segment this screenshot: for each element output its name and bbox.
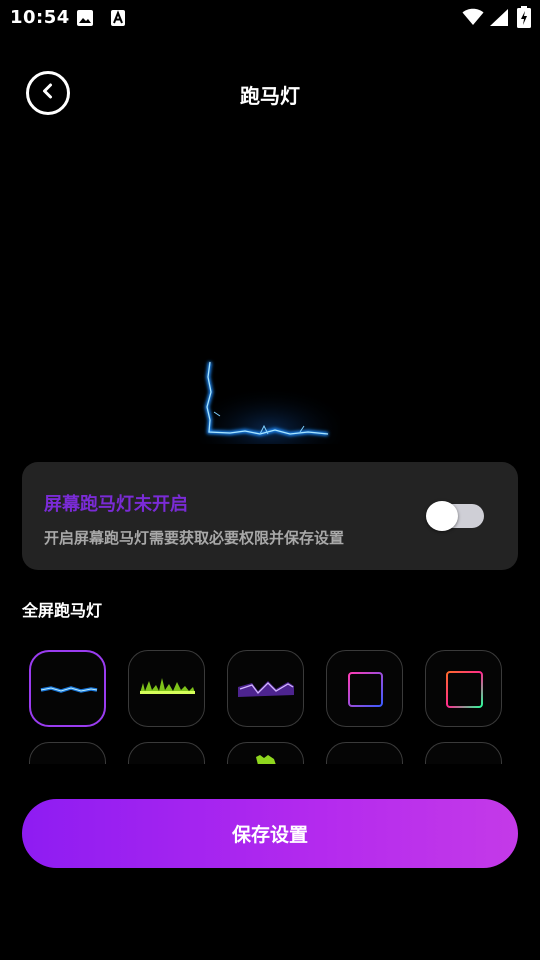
wifi-icon (462, 8, 484, 30)
effect-tile-7[interactable] (128, 742, 205, 764)
permission-title: 屏幕跑马灯未开启 (44, 494, 188, 515)
page-title: 跑马灯 (240, 84, 300, 108)
signal-icon (489, 8, 509, 31)
effect-tile-9[interactable] (326, 742, 403, 764)
save-button[interactable]: 保存设置 (22, 799, 518, 868)
toggle-knob (426, 501, 458, 531)
effect-tile-green-flame[interactable] (128, 650, 205, 727)
marquee-toggle[interactable] (426, 501, 484, 531)
effect-tile-blue-lightning[interactable] (29, 650, 106, 727)
permission-card: 屏幕跑马灯未开启 开启屏幕跑马灯需要获取必要权限并保存设置 (22, 462, 518, 570)
status-bar: 10:54 (0, 0, 540, 36)
effect-tile-10[interactable] (425, 742, 502, 764)
effect-tile-purple-lightning[interactable] (227, 650, 304, 727)
status-time: 10:54 (10, 7, 70, 28)
text-a-icon (110, 9, 126, 31)
effects-grid (0, 648, 540, 764)
screen: 10:54 跑马灯 屏幕跑马灯未开启 开启屏幕跑马灯需要获取必要权限并保存设置 … (0, 0, 540, 960)
image-icon (76, 9, 94, 31)
effect-tile-pink-blue-frame[interactable] (326, 650, 403, 727)
effect-tile-8[interactable] (227, 742, 304, 764)
effect-preview (200, 352, 340, 444)
effect-tile-6[interactable] (29, 742, 106, 764)
permission-description: 开启屏幕跑马灯需要获取必要权限并保存设置 (44, 529, 345, 547)
battery-charging-icon (517, 6, 531, 32)
effect-tile-rainbow-frame[interactable] (425, 650, 502, 727)
section-title: 全屏跑马灯 (22, 601, 103, 620)
